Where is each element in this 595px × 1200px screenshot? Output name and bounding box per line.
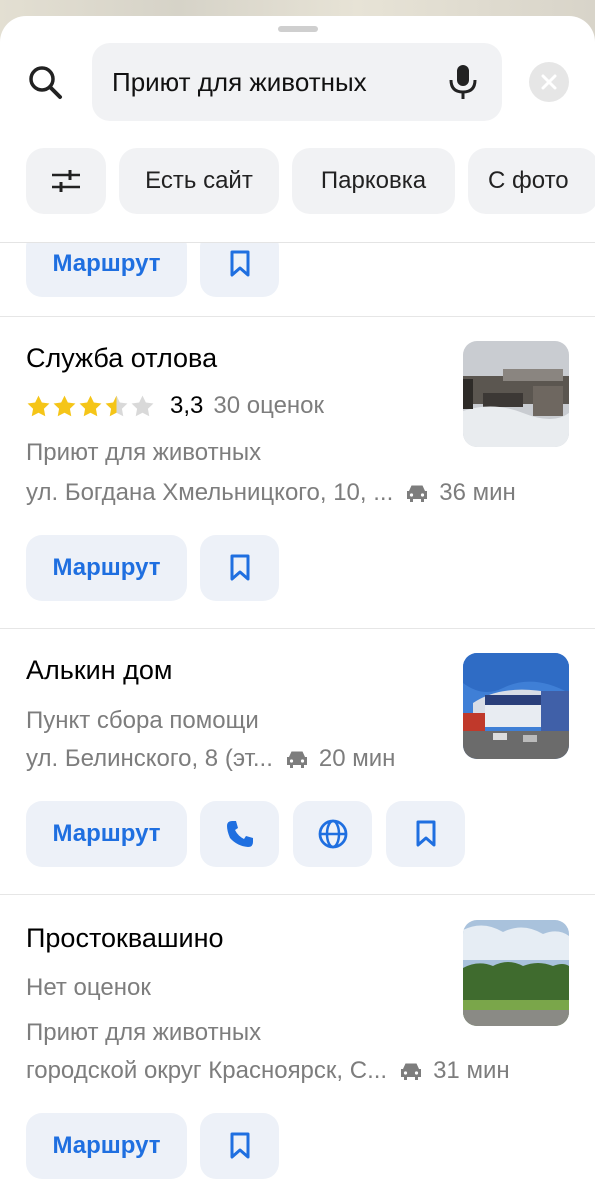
route-button[interactable]: Маршрут [26,535,187,601]
place-category: Приют для животных [26,439,262,466]
place-address: ул. Белинского, 8 (эт... [26,745,273,772]
rating-count[interactable]: 30 оценок [213,392,324,420]
star-icon [53,395,76,416]
microphone-icon[interactable] [446,63,480,101]
close-icon [541,74,557,90]
rating-value: 3,3 [170,392,204,419]
bookmark-button[interactable] [200,1113,279,1179]
place-photo[interactable] [463,920,569,1026]
search-query: Приют для животных [112,67,367,97]
place-address: ул. Богдана Хмельницкого, 10, ... [26,479,394,506]
car-icon [286,751,307,768]
star-icon [79,395,102,416]
address-row: ул. Богдана Хмельницкого, 10, ... 36 мин [26,479,516,507]
address-row: ул. Белинского, 8 (эт... 20 мин [26,745,395,773]
place-photo[interactable] [463,341,569,447]
bookmark-icon [230,250,249,277]
travel-time: 20 мин [318,745,396,772]
search-input[interactable]: Приют для животных [92,43,502,121]
clear-search-button[interactable] [529,62,569,102]
phone-icon [226,821,253,847]
half-star-icon [105,395,128,416]
travel-time: 31 мин [433,1057,510,1084]
rating-text: Нет оценок [26,974,151,1001]
bookmark-button[interactable] [386,801,465,867]
chip-with-photo[interactable]: С фото [468,148,595,214]
chip-has-website[interactable]: Есть сайт [119,148,279,214]
chip-parking[interactable]: Парковка [292,148,455,214]
place-name[interactable]: Служба отлова [26,343,217,374]
route-button[interactable]: Маршрут [26,801,187,867]
car-icon [407,485,428,502]
sliders-icon [52,170,80,192]
bookmark-button[interactable] [200,243,279,297]
bookmark-icon [230,554,249,581]
empty-star-icon [131,395,154,416]
travel-time: 36 мин [439,479,516,506]
place-name[interactable]: Алькин дом [26,655,172,686]
bookmark-button[interactable] [200,535,279,601]
address-row: городской округ Красноярск, С... 31 мин [26,1057,510,1085]
rating-stars [26,394,156,419]
rating: 3,3 30 оценок [26,392,324,420]
call-button[interactable] [200,801,279,867]
filter-chips: Есть сайт Парковка С фото [0,148,595,216]
search-icon[interactable] [26,63,66,103]
results-sheet: Приют для животных Есть сайт Парковка С … [0,16,595,1200]
place-address: городской округ Красноярск, С... [26,1057,388,1084]
bookmark-icon [416,820,435,847]
sheet-grabber[interactable] [278,26,318,32]
place-category: Пункт сбора помощи [26,707,259,734]
results-list[interactable]: Маршрут Служба отлова 3,3 30 оценок Прию… [0,242,595,1200]
filters-button[interactable] [26,148,106,214]
car-icon [401,1063,422,1080]
route-button[interactable]: Маршрут [26,243,187,297]
star-icon [27,395,50,416]
list-item[interactable]: Простоквашино Нет оценок Приют для живот… [0,895,595,1200]
route-button[interactable]: Маршрут [26,1113,187,1179]
list-item[interactable]: Служба отлова 3,3 30 оценок Приют для жи… [0,317,595,629]
place-name[interactable]: Простоквашино [26,923,224,954]
search-bar: Приют для животных [0,43,595,123]
list-item: Маршрут [0,243,595,317]
globe-icon [318,819,347,849]
website-button[interactable] [293,801,372,867]
list-item[interactable]: Алькин дом Пункт сбора помощи ул. Белинс… [0,629,595,895]
place-photo[interactable] [463,653,569,759]
bookmark-icon [230,1132,249,1159]
place-category: Приют для животных [26,1019,262,1046]
